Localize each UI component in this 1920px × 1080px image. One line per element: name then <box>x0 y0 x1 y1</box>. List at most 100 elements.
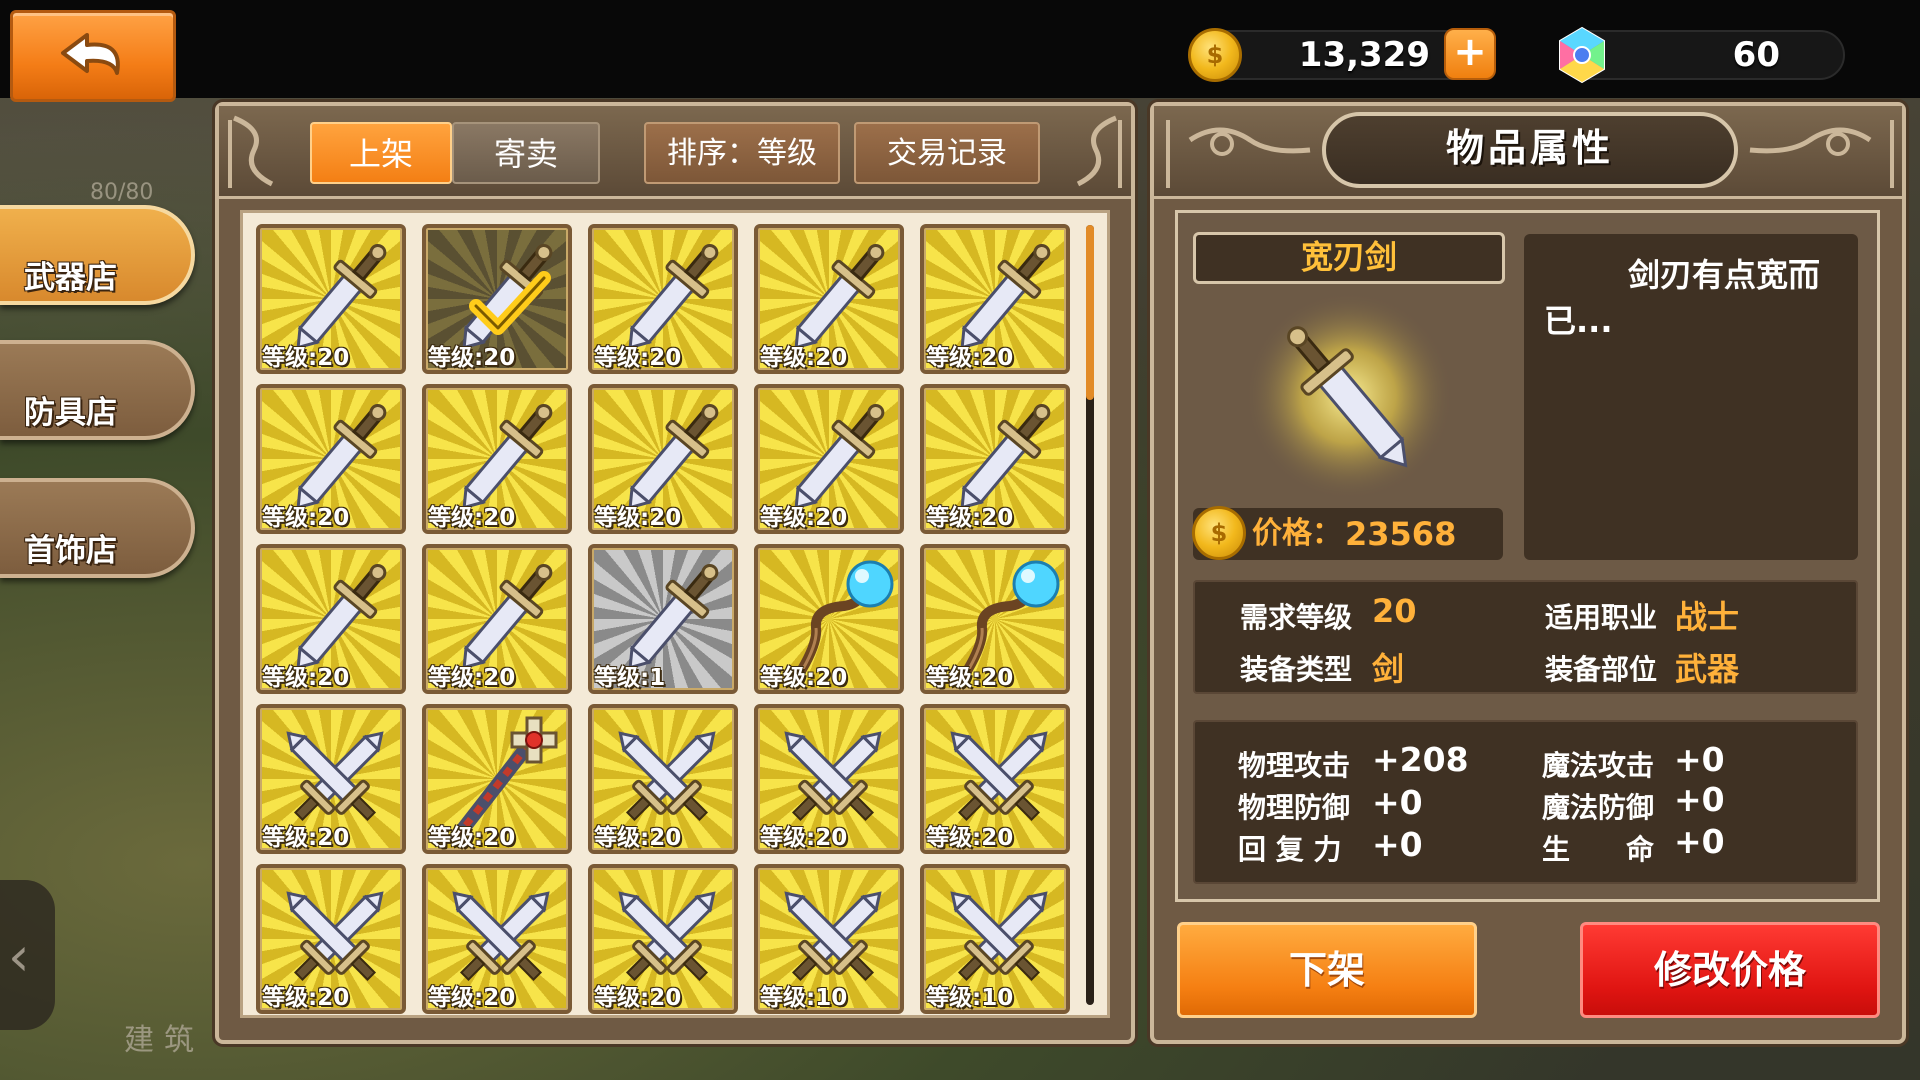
unlist-button[interactable]: 下架 <box>1177 922 1477 1018</box>
tab-weapon-shop[interactable]: 武器店 <box>0 205 195 305</box>
item-slot[interactable]: 等级:1 <box>588 544 738 694</box>
item-slot[interactable]: 等级:20 <box>256 384 406 534</box>
item-slot[interactable]: 等级:20 <box>256 544 406 694</box>
item-name: 宽刃剑 <box>1300 238 1397 276</box>
item-level-label: 等级:20 <box>262 985 350 1011</box>
ornament-icon <box>228 115 274 188</box>
price-value: 23568 <box>1345 515 1457 553</box>
item-slot[interactable]: 等级:20 <box>920 224 1070 374</box>
scroll-left-button[interactable]: ‹ <box>0 880 55 1030</box>
phys-def-value: +0 <box>1372 783 1423 822</box>
grid-scrollbar-thumb[interactable] <box>1086 225 1094 400</box>
item-level-label: 等级:10 <box>760 985 848 1011</box>
item-level-label: 等级:20 <box>926 345 1014 371</box>
hp-value: +0 <box>1674 822 1725 861</box>
panel-title: 物品属性 <box>1445 126 1614 170</box>
item-level-label: 等级:20 <box>428 825 516 851</box>
type-label: 装备类型 <box>1240 653 1353 686</box>
item-slot[interactable]: 等级:20 <box>920 384 1070 534</box>
item-level-label: 等级:20 <box>926 665 1014 691</box>
item-level-label: 等级:20 <box>594 985 682 1011</box>
item-slot[interactable]: 等级:20 <box>422 384 572 534</box>
item-level-label: 等级:20 <box>262 505 350 531</box>
phys-def-label: 物理防御 <box>1238 791 1351 824</box>
regen-value: +0 <box>1372 825 1423 864</box>
item-level-label: 等级:20 <box>594 345 682 371</box>
item-slot[interactable]: 等级:20 <box>754 384 904 534</box>
capacity-counter: 80/80 <box>90 180 154 205</box>
item-level-label: 等级:20 <box>760 505 848 531</box>
req-level-label: 需求等级 <box>1240 601 1353 634</box>
item-level-label: 等级:20 <box>760 665 848 691</box>
build-label: 建筑 <box>124 1023 204 1058</box>
item-preview <box>1193 290 1505 502</box>
gem-icon <box>1559 26 1605 84</box>
item-level-label: 等级:20 <box>594 505 682 531</box>
item-level-label: 等级:20 <box>428 505 516 531</box>
mag-atk-value: +0 <box>1674 740 1725 779</box>
ornament-icon <box>1166 120 1311 188</box>
item-slot[interactable]: 等级:20 <box>256 704 406 854</box>
item-slot[interactable]: 等级:10 <box>920 864 1070 1014</box>
back-arrow-icon <box>61 33 120 75</box>
item-slot[interactable]: 等级:20 <box>588 224 738 374</box>
item-level-label: 等级:20 <box>262 825 350 851</box>
type-value: 剑 <box>1372 650 1405 688</box>
item-slot[interactable]: 等级:20 <box>754 544 904 694</box>
tab-list-items[interactable]: 上架 <box>310 122 452 184</box>
ornament-icon <box>1749 120 1894 188</box>
item-slot[interactable]: 等级:20 <box>754 704 904 854</box>
item-level-label: 等级:20 <box>428 665 516 691</box>
item-description: 剑刃有点宽而已... <box>1544 256 1821 340</box>
item-slot[interactable]: 等级:20 <box>920 544 1070 694</box>
gold-coin-icon: $ <box>1192 506 1246 560</box>
mag-def-value: +0 <box>1674 780 1725 819</box>
item-level-label: 等级:20 <box>760 825 848 851</box>
gold-coin-icon: $ <box>1188 28 1242 82</box>
trade-history-button[interactable]: 交易记录 <box>854 122 1040 184</box>
item-level-label: 等级:20 <box>262 345 350 371</box>
item-slot[interactable]: 等级:20 <box>920 704 1070 854</box>
class-label: 适用职业 <box>1545 601 1658 634</box>
item-slot[interactable]: 等级:20 <box>422 544 572 694</box>
item-level-label: 等级:10 <box>926 985 1014 1011</box>
item-slot[interactable]: 等级:20 <box>588 704 738 854</box>
item-level-label: 等级:20 <box>594 825 682 851</box>
phys-atk-label: 物理攻击 <box>1238 749 1351 782</box>
slot-value: 武器 <box>1675 650 1740 688</box>
tab-label: 首饰店 <box>24 533 117 569</box>
sort-button[interactable]: 排序：等级 <box>644 122 840 184</box>
item-slot[interactable]: 等级:20 <box>422 864 572 1014</box>
tab-consign[interactable]: 寄卖 <box>452 122 600 184</box>
tab-label: 防具店 <box>24 395 117 431</box>
slot-label: 装备部位 <box>1545 653 1658 686</box>
back-button[interactable] <box>10 10 176 102</box>
item-slot[interactable]: 等级:20 <box>754 224 904 374</box>
item-slot[interactable]: 等级:20 <box>588 864 738 1014</box>
mag-atk-label: 魔法攻击 <box>1542 749 1655 782</box>
req-level-value: 20 <box>1372 592 1417 630</box>
gold-amount: 13,329 <box>1298 35 1430 75</box>
phys-atk-value: +208 <box>1372 740 1469 779</box>
item-level-label: 等级:20 <box>926 825 1014 851</box>
hp-label: 生 命 <box>1542 833 1655 866</box>
item-level-label: 等级:1 <box>594 665 666 691</box>
modify-price-button[interactable]: 修改价格 <box>1580 922 1880 1018</box>
item-slot[interactable]: 等级:20 <box>588 384 738 534</box>
class-value: 战士 <box>1675 598 1740 636</box>
item-level-label: 等级:20 <box>428 345 516 371</box>
item-slot[interactable]: 等级:10 <box>754 864 904 1014</box>
item-level-label: 等级:20 <box>926 505 1014 531</box>
ornament-icon <box>1076 115 1122 188</box>
item-slot[interactable]: 等级:20 <box>422 224 572 374</box>
price-label: 价格： <box>1252 516 1342 551</box>
item-slot[interactable]: 等级:20 <box>256 224 406 374</box>
tab-label: 武器店 <box>24 260 117 296</box>
tab-jewelry-shop[interactable]: 首饰店 <box>0 478 195 578</box>
item-slot[interactable]: 等级:20 <box>256 864 406 1014</box>
gem-amount: 60 <box>1732 35 1780 75</box>
mag-def-label: 魔法防御 <box>1542 791 1655 824</box>
add-gold-button[interactable]: + <box>1444 28 1496 80</box>
item-slot[interactable]: 等级:20 <box>422 704 572 854</box>
tab-armor-shop[interactable]: 防具店 <box>0 340 195 440</box>
